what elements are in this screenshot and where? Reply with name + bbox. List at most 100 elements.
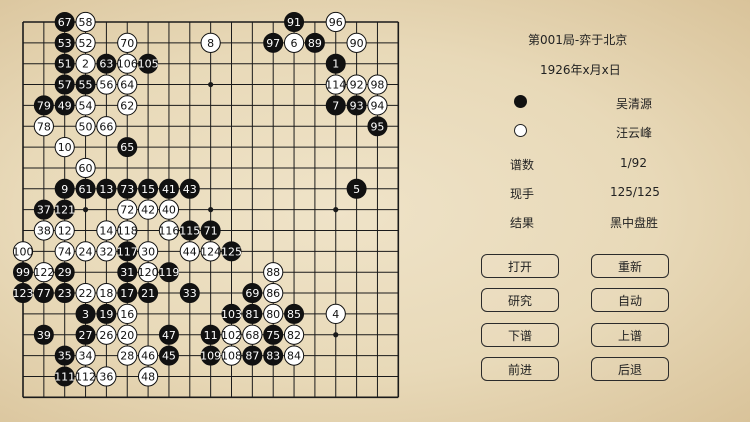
white-stone[interactable]: 44 <box>179 241 200 262</box>
black-stone[interactable]: 13 <box>96 178 117 199</box>
black-stone[interactable]: 103 <box>221 303 242 324</box>
black-stone[interactable]: 45 <box>158 345 179 366</box>
black-stone[interactable]: 79 <box>33 95 54 116</box>
white-stone[interactable]: 84 <box>283 345 305 366</box>
back-button[interactable]: 后退 <box>591 357 669 381</box>
white-stone[interactable]: 74 <box>54 241 75 262</box>
white-stone[interactable]: 50 <box>75 116 96 137</box>
white-stone[interactable]: 20 <box>117 324 138 345</box>
black-stone[interactable]: 115 <box>179 220 200 241</box>
black-stone[interactable]: 33 <box>179 283 200 304</box>
black-stone[interactable]: 51 <box>54 53 75 74</box>
white-stone[interactable]: 18 <box>96 282 117 304</box>
black-stone[interactable]: 71 <box>200 220 221 241</box>
black-stone[interactable]: 97 <box>263 32 284 53</box>
white-stone[interactable]: 98 <box>367 74 388 95</box>
white-stone[interactable]: 92 <box>346 74 367 95</box>
white-stone[interactable]: 10 <box>54 137 75 158</box>
white-stone[interactable]: 6 <box>283 32 305 53</box>
white-stone[interactable]: 60 <box>75 157 96 179</box>
black-stone[interactable]: 37 <box>33 199 54 220</box>
black-stone[interactable]: 19 <box>96 303 117 324</box>
black-stone[interactable]: 109 <box>200 345 221 366</box>
white-stone[interactable]: 82 <box>283 324 305 345</box>
white-stone[interactable]: 96 <box>325 11 346 33</box>
black-stone[interactable]: 123 <box>13 283 34 304</box>
black-stone[interactable]: 111 <box>54 366 75 387</box>
black-stone[interactable]: 85 <box>284 303 305 324</box>
black-stone[interactable]: 63 <box>96 53 117 74</box>
study-button[interactable]: 研究 <box>481 288 559 312</box>
auto-button[interactable]: 自动 <box>591 288 669 312</box>
black-stone[interactable]: 117 <box>117 241 138 262</box>
black-stone[interactable]: 99 <box>12 262 34 283</box>
forward-button[interactable]: 前进 <box>481 357 559 381</box>
white-stone[interactable]: 4 <box>325 303 346 324</box>
white-stone[interactable]: 32 <box>96 241 117 262</box>
open-button[interactable]: 打开 <box>481 254 559 278</box>
black-stone[interactable]: 43 <box>179 178 200 199</box>
white-stone[interactable]: 34 <box>75 345 96 366</box>
white-stone[interactable]: 40 <box>158 199 180 220</box>
white-stone[interactable]: 58 <box>75 11 96 33</box>
black-stone[interactable]: 89 <box>304 32 325 53</box>
white-stone[interactable]: 24 <box>75 241 96 262</box>
white-stone[interactable]: 70 <box>117 32 138 53</box>
white-stone[interactable]: 64 <box>117 74 138 95</box>
black-stone[interactable]: 1 <box>325 53 346 74</box>
white-stone[interactable]: 78 <box>33 116 54 137</box>
black-stone[interactable]: 41 <box>158 178 179 199</box>
white-stone[interactable]: 62 <box>117 95 138 116</box>
white-stone[interactable]: 38 <box>33 220 54 241</box>
black-stone[interactable]: 69 <box>242 283 263 304</box>
white-stone[interactable]: 122 <box>33 262 54 283</box>
black-stone[interactable]: 11 <box>200 324 221 345</box>
white-stone[interactable]: 124 <box>200 241 221 262</box>
white-stone[interactable]: 26 <box>96 324 117 345</box>
white-stone[interactable]: 100 <box>13 241 34 262</box>
black-stone[interactable]: 17 <box>117 283 138 304</box>
white-stone[interactable]: 56 <box>96 74 117 95</box>
white-stone[interactable]: 42 <box>138 199 159 220</box>
white-stone[interactable]: 12 <box>54 220 75 241</box>
black-stone[interactable]: 55 <box>75 74 96 95</box>
white-stone[interactable]: 54 <box>75 95 96 116</box>
black-stone[interactable]: 53 <box>54 32 75 53</box>
white-stone[interactable]: 114 <box>325 74 346 95</box>
black-stone[interactable]: 125 <box>221 241 242 262</box>
white-stone[interactable]: 68 <box>242 324 263 345</box>
white-stone[interactable]: 118 <box>117 220 138 241</box>
black-stone[interactable]: 61 <box>75 178 96 199</box>
prev-record-button[interactable]: 上谱 <box>591 323 669 347</box>
black-stone[interactable]: 83 <box>263 345 284 366</box>
black-stone[interactable]: 105 <box>138 53 159 74</box>
black-stone[interactable]: 15 <box>138 178 159 199</box>
white-stone[interactable]: 16 <box>117 303 138 324</box>
black-stone[interactable]: 67 <box>54 11 75 33</box>
white-stone[interactable]: 72 <box>117 199 138 220</box>
white-stone[interactable]: 106 <box>117 53 138 74</box>
black-stone[interactable]: 121 <box>54 199 75 220</box>
black-stone[interactable]: 119 <box>158 262 179 283</box>
black-stone[interactable]: 87 <box>242 345 263 366</box>
black-stone[interactable]: 65 <box>117 137 138 158</box>
black-stone[interactable]: 77 <box>33 283 54 304</box>
white-stone[interactable]: 108 <box>221 345 242 366</box>
white-stone[interactable]: 46 <box>138 345 159 366</box>
black-stone[interactable]: 21 <box>138 283 159 304</box>
black-stone[interactable]: 75 <box>263 324 284 345</box>
black-stone[interactable]: 23 <box>54 283 75 304</box>
black-stone[interactable]: 7 <box>325 95 346 116</box>
white-stone[interactable]: 8 <box>200 32 221 53</box>
white-stone[interactable]: 116 <box>158 220 179 241</box>
white-stone[interactable]: 88 <box>263 262 284 283</box>
white-stone[interactable]: 28 <box>117 345 138 366</box>
white-stone[interactable]: 112 <box>75 366 96 387</box>
white-stone[interactable]: 80 <box>263 303 284 324</box>
white-stone[interactable]: 36 <box>96 366 117 387</box>
black-stone[interactable]: 49 <box>54 95 75 116</box>
black-stone[interactable]: 39 <box>33 324 54 345</box>
black-stone[interactable]: 57 <box>54 74 75 95</box>
black-stone[interactable]: 27 <box>75 324 96 345</box>
black-stone[interactable]: 93 <box>346 95 367 116</box>
